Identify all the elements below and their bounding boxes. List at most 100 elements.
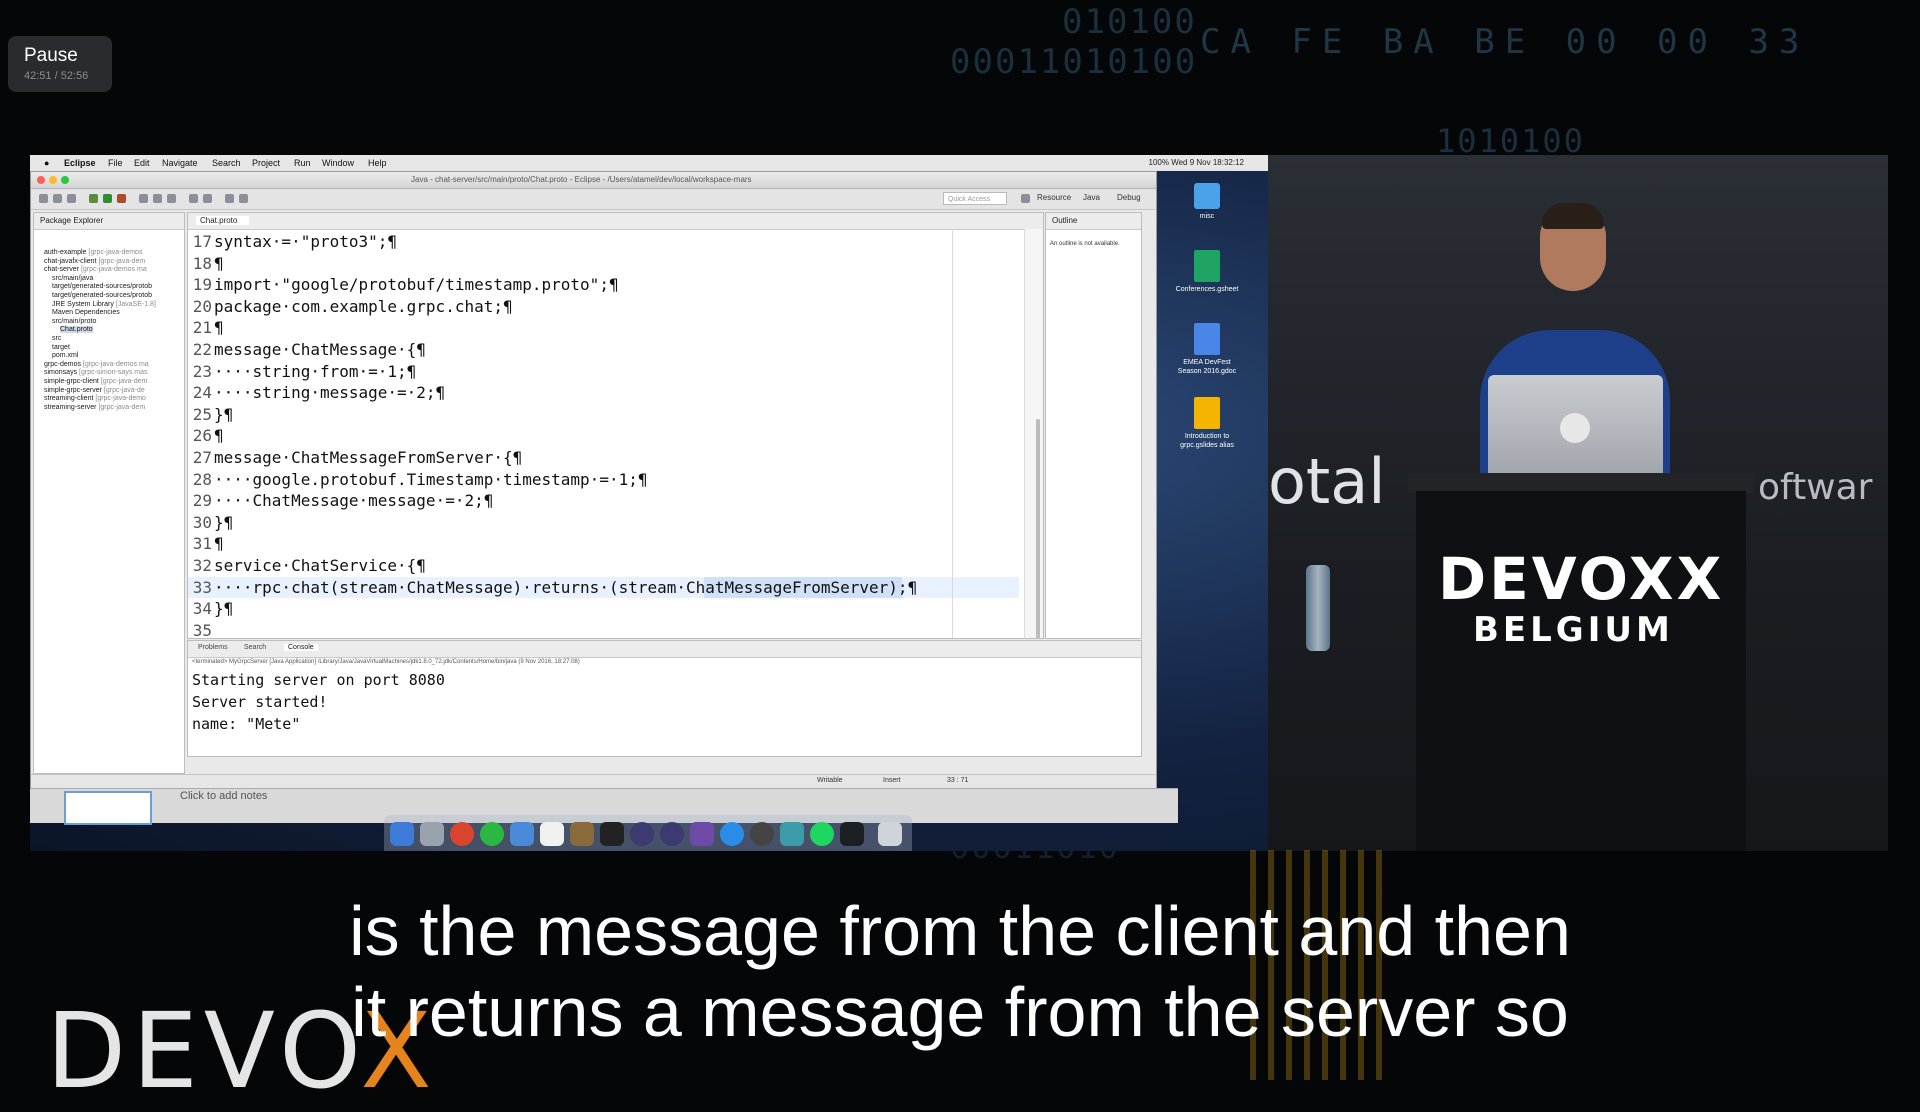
- launchpad-icon[interactable]: [420, 822, 444, 846]
- desktop-icon-grpc-slides[interactable]: Introduction to grpc.gslides alias: [1172, 397, 1242, 450]
- editor-scrollbar[interactable]: [1024, 229, 1043, 639]
- line-number: 17: [192, 232, 212, 251]
- save-icon[interactable]: [53, 194, 62, 203]
- package-tree-item[interactable]: pom.xml: [52, 352, 78, 359]
- menu-navigate[interactable]: Navigate: [162, 158, 198, 168]
- desktop-icon-emea-devfest[interactable]: EMEA DevFest Season 2016.gdoc: [1172, 323, 1242, 376]
- menu-edit[interactable]: Edit: [134, 158, 150, 168]
- new-class-icon[interactable]: [167, 194, 176, 203]
- background-binary-text: 010100: [1062, 2, 1197, 42]
- document-icon: [1194, 323, 1220, 355]
- line-number: 19: [192, 275, 212, 295]
- package-tree-item[interactable]: target/generated-sources/protob: [52, 292, 152, 299]
- github-icon[interactable]: [690, 822, 714, 846]
- app-store-icon[interactable]: [720, 822, 744, 846]
- new-package-icon[interactable]: [153, 194, 162, 203]
- eclipse-icon[interactable]: [630, 822, 654, 846]
- new-java-project-icon[interactable]: [139, 194, 148, 203]
- new-icon[interactable]: [39, 194, 48, 203]
- spotify-icon[interactable]: [810, 822, 834, 846]
- terminal-icon[interactable]: [600, 822, 624, 846]
- scroll-thumb[interactable]: [1036, 419, 1040, 639]
- line-number: 24: [192, 383, 212, 403]
- menu-run[interactable]: Run: [294, 158, 311, 168]
- menu-project[interactable]: Project: [252, 158, 280, 168]
- calendar-icon[interactable]: [540, 822, 564, 846]
- open-type-icon[interactable]: [189, 194, 198, 203]
- close-window-button[interactable]: [37, 176, 45, 184]
- speaker-notes-placeholder[interactable]: Click to add notes: [180, 790, 267, 802]
- whatsapp-icon[interactable]: [480, 822, 504, 846]
- package-tree-item[interactable]: src/main/java: [52, 275, 93, 282]
- package-tree-item[interactable]: target/generated-sources/protob: [52, 283, 152, 290]
- package-tree-item[interactable]: streaming-client [grpc-java-demo: [44, 395, 146, 402]
- package-tree-item[interactable]: simonsays [grpc-simon-says mas: [44, 369, 148, 376]
- trash-icon[interactable]: [878, 822, 902, 846]
- tab-search[interactable]: Search: [244, 644, 266, 651]
- desktop-icon-misc[interactable]: misc: [1172, 183, 1242, 221]
- main-toolbar: Quick Access Resource Java Debug: [31, 189, 1156, 210]
- code-line: 35: [188, 620, 214, 641]
- security-icon[interactable]: [780, 822, 804, 846]
- messenger-icon[interactable]: [510, 822, 534, 846]
- code-text: syntax·=·"proto3";¶: [214, 232, 398, 251]
- zoom-window-button[interactable]: [61, 176, 69, 184]
- menu-window[interactable]: Window: [322, 158, 354, 168]
- stage-camera-view: otal oftwar DEVOXX BELGIUM: [1268, 155, 1888, 851]
- code-line: 19 import·"google/protobuf/timestamp.prot…: [188, 274, 619, 295]
- package-tree-item[interactable]: simple-grpc-server [grpc-java-de: [44, 387, 145, 394]
- tab-problems[interactable]: Problems: [198, 644, 228, 651]
- package-tree-item[interactable]: src/main/proto: [52, 318, 96, 325]
- eclipse-icon[interactable]: [660, 822, 684, 846]
- package-tree-item[interactable]: JRE System Library [JavaSE-1.8]: [52, 301, 156, 308]
- menu-search[interactable]: Search: [212, 158, 241, 168]
- chrome-icon[interactable]: [450, 822, 474, 846]
- run-icon[interactable]: [103, 194, 112, 203]
- pause-button[interactable]: Pause 42:51 / 52:56: [8, 36, 112, 92]
- console-output-line: name: "Mete": [192, 715, 301, 733]
- apple-logo-icon: [1560, 413, 1590, 443]
- menu-help[interactable]: Help: [368, 158, 387, 168]
- code-text: message·ChatMessageFromServer·{¶: [214, 448, 523, 467]
- perspective-java[interactable]: Java: [1083, 193, 1100, 202]
- perspective-debug[interactable]: Debug: [1117, 193, 1141, 202]
- minimize-window-button[interactable]: [49, 176, 57, 184]
- tree-item-label: pom.xml: [52, 352, 79, 360]
- package-tree-item[interactable]: chat-javafx-client [grpc-java-dem: [44, 258, 145, 265]
- apple-icon[interactable]: ●: [44, 158, 49, 168]
- package-tree-item[interactable]: simple-grpc-client [grpc-java-dem: [44, 378, 148, 385]
- package-tree-item[interactable]: Chat.proto: [60, 326, 93, 334]
- app-icon[interactable]: [570, 822, 594, 846]
- package-tree-item[interactable]: src: [52, 335, 61, 342]
- quick-access-input[interactable]: Quick Access: [943, 192, 1007, 205]
- menu-file[interactable]: File: [108, 158, 123, 168]
- package-tree-item[interactable]: grpc-demos [grpc-java-demos ma: [44, 361, 149, 368]
- back-icon[interactable]: [225, 194, 234, 203]
- package-tree-item[interactable]: Maven Dependencies: [52, 309, 120, 316]
- activity-monitor-icon[interactable]: [840, 822, 864, 846]
- forward-icon[interactable]: [239, 194, 248, 203]
- package-explorer-tab[interactable]: Package Explorer: [34, 213, 184, 230]
- menu-eclipse[interactable]: Eclipse: [64, 158, 96, 168]
- package-tree-item[interactable]: auth-example [grpc-java-demos: [44, 249, 142, 256]
- folder-icon: [1194, 183, 1220, 209]
- package-tree-item[interactable]: chat-server [grpc-java-demos ma: [44, 266, 147, 273]
- print-icon[interactable]: [67, 194, 76, 203]
- line-number: 34: [192, 599, 212, 619]
- perspective-resource[interactable]: Resource: [1037, 193, 1071, 202]
- tab-console[interactable]: Console: [284, 644, 318, 651]
- package-tree-item[interactable]: streaming-server [grpc-java-dem: [44, 404, 145, 411]
- code-text: ····string·from·=·1;¶: [214, 361, 417, 381]
- desktop-icon-conferences[interactable]: Conferences.gsheet: [1172, 250, 1242, 294]
- slide-thumbnail[interactable]: [64, 791, 152, 825]
- package-tree-item[interactable]: target: [52, 344, 70, 351]
- finder-icon[interactable]: [390, 822, 414, 846]
- outline-tab[interactable]: Outline: [1046, 213, 1141, 230]
- open-perspective-icon[interactable]: [1021, 194, 1030, 203]
- search-icon[interactable]: [203, 194, 212, 203]
- code-editor[interactable]: 17 syntax·=·"proto3";¶ 18 ¶ 19 import·"google…: [188, 231, 1019, 641]
- app-icon[interactable]: [750, 822, 774, 846]
- debug-icon[interactable]: [89, 194, 98, 203]
- tab-chat-proto[interactable]: Chat.proto: [196, 216, 250, 225]
- external-tools-icon[interactable]: [117, 194, 126, 203]
